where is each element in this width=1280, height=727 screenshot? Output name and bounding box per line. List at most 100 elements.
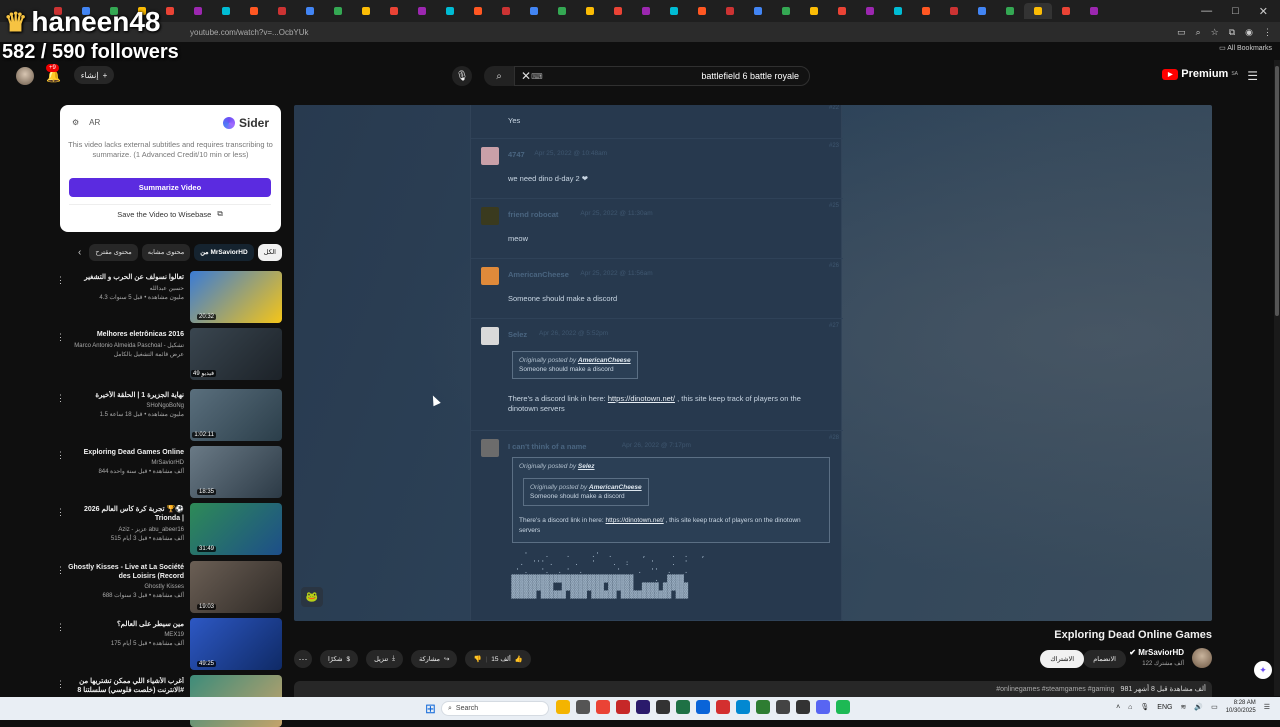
- tablet-icon[interactable]: [756, 700, 770, 714]
- maximize-icon[interactable]: □: [1232, 5, 1239, 17]
- language-indicator[interactable]: ENG: [1157, 704, 1172, 711]
- video-title[interactable]: Exploring Dead Games Online: [66, 448, 184, 457]
- video-title[interactable]: Ghostly Kisses - Live at La Société des …: [66, 563, 184, 581]
- more-options-icon[interactable]: ⋮: [56, 332, 65, 343]
- video-title[interactable]: تجربة كرة كأس العالم 2026 🏆⚽ Trionda |: [66, 505, 184, 523]
- channel-name[interactable]: MEX19: [66, 632, 184, 638]
- recommendation-item[interactable]: ⋮ تجربة كرة كأس العالم 2026 🏆⚽ Trionda | A…: [56, 503, 282, 555]
- mic-tray-icon[interactable]: 🎙: [1140, 703, 1149, 711]
- browser-tab[interactable]: [604, 3, 632, 19]
- browser-tab[interactable]: [912, 3, 940, 19]
- chip-all[interactable]: الكل: [257, 243, 282, 261]
- vscode-icon[interactable]: [696, 700, 710, 714]
- channel-name[interactable]: Aziz - عزيز abu_abeer16: [66, 526, 184, 533]
- hamburger-menu-icon[interactable]: ☰: [1247, 69, 1258, 83]
- browser-tab[interactable]: [996, 3, 1024, 19]
- browser-tab[interactable]: [856, 3, 884, 19]
- thanks-button[interactable]: شكرًا $: [320, 650, 359, 668]
- dislike-icon[interactable]: 👎: [473, 655, 481, 663]
- browser-tab[interactable]: [464, 3, 492, 19]
- browser-tab[interactable]: [884, 3, 912, 19]
- browser-tab[interactable]: [380, 3, 408, 19]
- files-icon[interactable]: [556, 700, 570, 714]
- youtube-premium-logo[interactable]: ▶ Premium SA: [1162, 68, 1238, 80]
- voice-search-button[interactable]: 🎙: [452, 66, 472, 86]
- browser-tab[interactable]: [940, 3, 968, 19]
- browser-tab[interactable]: [548, 3, 576, 19]
- channel-name[interactable]: ✔ MrSaviorHD: [1129, 648, 1184, 657]
- keyboard-icon[interactable]: ⌨: [531, 72, 543, 81]
- desktop-icon[interactable]: [576, 700, 590, 714]
- page-scrollbar[interactable]: [1274, 60, 1280, 696]
- star-icon[interactable]: ☆: [1211, 27, 1219, 38]
- browser-tab[interactable]: [660, 3, 688, 19]
- spotify-icon[interactable]: [836, 700, 850, 714]
- browser-tab[interactable]: [268, 3, 296, 19]
- profile-icon[interactable]: ◉: [1245, 27, 1253, 38]
- address-bar[interactable]: youtube.com/watch?v=...OcbYUk: [0, 22, 1280, 42]
- save-to-wisebase-button[interactable]: Save the Video to Wisebase ⧉: [69, 204, 271, 223]
- excel-icon[interactable]: [676, 700, 690, 714]
- recommendation-item[interactable]: ⋮ Exploring Dead Games Online MrSaviorHD 84…: [56, 446, 282, 498]
- browser-tab[interactable]: [968, 3, 996, 19]
- chrome-icon[interactable]: [596, 700, 610, 714]
- share-button[interactable]: مشاركة ↪: [411, 650, 458, 668]
- all-bookmarks[interactable]: ▭ All Bookmarks: [1219, 44, 1272, 52]
- browser-menu-icon[interactable]: ⋮: [1263, 27, 1272, 38]
- search-input[interactable]: ✕ ⌨ battlefield 6 battle royale: [514, 66, 810, 86]
- channel-name[interactable]: MrSaviorHD: [66, 460, 184, 466]
- scrollbar-thumb[interactable]: [1275, 66, 1279, 316]
- description-bar[interactable]: #onlinegames #steamgames #gaming 981 ألف…: [294, 681, 1212, 697]
- join-button[interactable]: الاشتراك: [1040, 650, 1084, 668]
- browser-tab[interactable]: [1024, 3, 1052, 19]
- network-icon[interactable]: ⌂: [1128, 704, 1132, 711]
- channel-name[interactable]: Ghostly Kisses: [66, 584, 184, 590]
- clear-search-icon[interactable]: ✕: [521, 69, 531, 83]
- obs-icon[interactable]: [796, 700, 810, 714]
- chip-from-channel[interactable]: من MrSaviorHD: [194, 243, 254, 261]
- dinotown-link[interactable]: https://dinotown.net/: [608, 394, 675, 403]
- app-icon[interactable]: [776, 700, 790, 714]
- browser-tab[interactable]: [408, 3, 436, 19]
- browser-tab[interactable]: [296, 3, 324, 19]
- browser-tab[interactable]: [212, 3, 240, 19]
- clock[interactable]: 8:28 AM 10/30/2025: [1226, 699, 1256, 715]
- browser-tab[interactable]: [352, 3, 380, 19]
- taskbar-search[interactable]: ⌕ Search: [441, 701, 549, 716]
- avatar[interactable]: [16, 67, 34, 85]
- more-options-icon[interactable]: ⋮: [56, 275, 65, 286]
- premiere-icon[interactable]: [636, 700, 650, 714]
- chip-recommended[interactable]: محتوى مقترح: [89, 243, 138, 261]
- video-title[interactable]: نهاية الجزيرة 1 | الحلقة الأخيرة: [66, 391, 184, 400]
- chevron-up-icon[interactable]: ˄: [1116, 704, 1120, 711]
- browser-tab[interactable]: [240, 3, 268, 19]
- download-button[interactable]: تنزيل ⤓: [366, 650, 404, 668]
- video-title[interactable]: أغرب الأشياء اللي ممكن تشتريها من الانتر…: [66, 677, 184, 695]
- volume-icon[interactable]: 🔊: [1194, 703, 1203, 711]
- vpn-icon[interactable]: [736, 700, 750, 714]
- summarize-video-button[interactable]: Summarize Video: [69, 178, 271, 197]
- browser-tab[interactable]: [436, 3, 464, 19]
- acrobat-icon[interactable]: [716, 700, 730, 714]
- subscribe-button[interactable]: الانضمام: [1083, 650, 1126, 668]
- terminal-icon[interactable]: [656, 700, 670, 714]
- wifi-icon[interactable]: ≋: [1180, 703, 1186, 711]
- browser-tab[interactable]: [1052, 3, 1080, 19]
- sider-float-icon[interactable]: ✦: [1254, 661, 1272, 679]
- channel-name[interactable]: SHoNgoBoNg: [66, 403, 184, 409]
- browser-tab[interactable]: [716, 3, 744, 19]
- chevron-left-icon[interactable]: ‹: [78, 247, 85, 258]
- cast-icon[interactable]: ▭: [1177, 27, 1186, 38]
- browser-tab[interactable]: [744, 3, 772, 19]
- more-options-icon[interactable]: ⋮: [56, 679, 65, 690]
- browser-tab[interactable]: [1080, 3, 1108, 19]
- video-title[interactable]: Melhores eletrônicas 2016: [66, 330, 184, 339]
- video-title[interactable]: تعالوا نسولف عن الحرب و التشغير: [66, 273, 184, 282]
- channel-avatar[interactable]: [1192, 648, 1212, 668]
- recommendation-item[interactable]: ⋮ Melhores eletrônicas 2016 Marco Antonio …: [56, 328, 282, 380]
- more-options-icon[interactable]: ⋮: [56, 450, 65, 461]
- video-player[interactable]: #22 Yes 4747 Apr 25, 2022 @ 10:48am #23 we ne…: [294, 105, 1212, 621]
- minimize-icon[interactable]: —: [1201, 5, 1212, 17]
- browser-tab[interactable]: [520, 3, 548, 19]
- discord-icon[interactable]: [816, 700, 830, 714]
